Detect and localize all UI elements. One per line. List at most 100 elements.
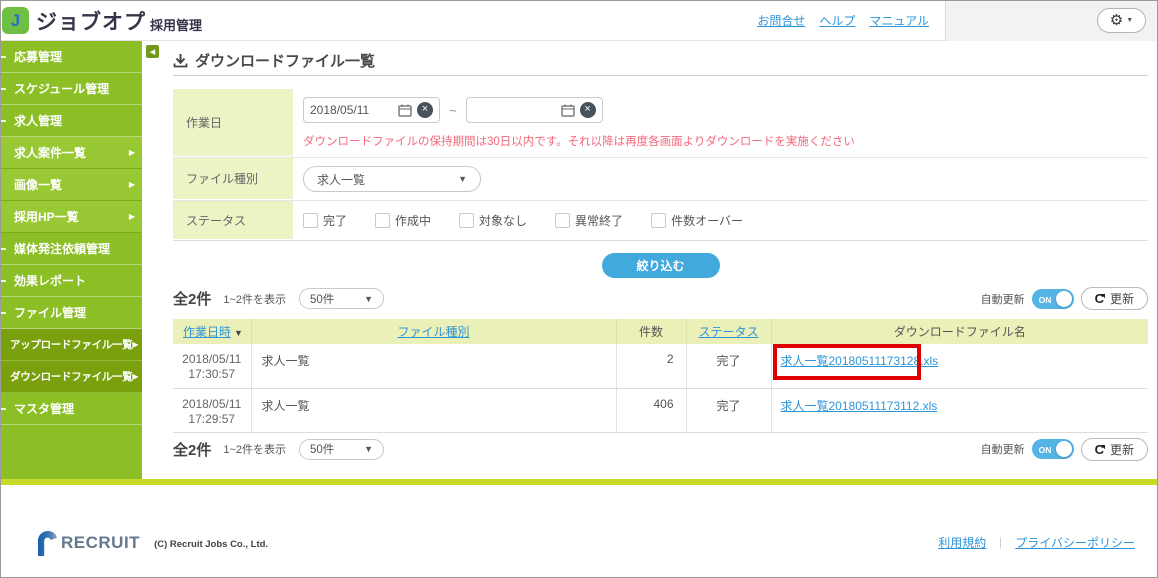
sidebar-item-master-management[interactable]: マスタ管理 [1, 393, 142, 425]
settings-button[interactable]: ⚙ ▼ [1097, 8, 1146, 33]
row-date: 2018/05/11 [173, 352, 251, 367]
cell-type: 求人一覧 [251, 388, 616, 432]
range-text: 1~2件を表示 [223, 441, 286, 457]
refresh-controls: 自動更新 ON C 更新 [981, 438, 1148, 461]
auto-refresh-toggle[interactable]: ON [1032, 439, 1074, 459]
sort-type-link[interactable]: ファイル種別 [397, 325, 469, 339]
sidebar-item-label: スケジュール管理 [14, 80, 109, 97]
table-header-row: 作業日時▼ ファイル種別 件数 ステータス ダウンロードファイル名 [173, 319, 1148, 344]
page-title: ダウンロードファイル一覧 [195, 50, 375, 71]
refresh-button-label: 更新 [1110, 290, 1134, 307]
table-row: 2018/05/1117:30:57 求人一覧 2 完了 求人一覧2018051… [173, 344, 1148, 388]
status-option-creating[interactable]: 作成中 [375, 212, 431, 229]
date-to-input[interactable]: × [466, 97, 603, 123]
sort-desc-icon: ▼ [234, 328, 243, 338]
sidebar-item-label: 画像一覧 [14, 176, 62, 193]
sidebar-item-schedule[interactable]: スケジュール管理 [1, 73, 142, 105]
download-file-link[interactable]: 求人一覧20180511173112.xls [781, 399, 938, 413]
filter-panel: 作業日 2018/05/11 × ~ [173, 89, 1148, 241]
sidebar-item-media-order[interactable]: 媒体発注依頼管理 [1, 233, 142, 265]
status-option-no-target[interactable]: 対象なし [459, 212, 527, 229]
sidebar-item-image-list[interactable]: 画像一覧▶ [1, 169, 142, 201]
checkbox[interactable] [459, 213, 474, 228]
footer-link-separator: ｜ [995, 535, 1006, 551]
list-controls-bottom: 全2件 1~2件を表示 50件 ▼ 自動更新 ON C 更新 [173, 438, 1148, 461]
per-page-select[interactable]: 50件 ▼ [299, 439, 384, 460]
refresh-button[interactable]: C 更新 [1081, 287, 1148, 310]
recruit-logo-text: RECRUIT [61, 533, 140, 553]
checkbox-label: 完了 [323, 212, 347, 229]
cell-date: 2018/05/1117:30:57 [173, 344, 251, 388]
auto-refresh-label: 自動更新 [981, 441, 1025, 457]
file-type-select[interactable]: 求人一覧 ▼ [303, 166, 481, 192]
filter-submit-button[interactable]: 絞り込む [602, 253, 720, 278]
filter-row-work-date: 作業日 2018/05/11 × ~ [173, 89, 1148, 158]
download-icon [173, 53, 188, 68]
manual-link[interactable]: マニュアル [869, 12, 929, 29]
per-page-select[interactable]: 50件 ▼ [299, 288, 384, 309]
status-checkboxes: 完了 作成中 対象なし 異常終了 件数オーバー [303, 209, 1148, 232]
toggle-state-text: ON [1039, 295, 1052, 305]
app-logo[interactable]: J ジョブオプ 採用管理 [1, 6, 202, 36]
sidebar-item-label: アップロードファイル一覧 [10, 337, 132, 352]
status-option-done[interactable]: 完了 [303, 212, 347, 229]
clear-date-icon[interactable]: × [417, 102, 433, 118]
row-time: 17:29:57 [173, 412, 251, 427]
app-logo-icon: J [2, 7, 29, 34]
sidebar-item-effect-report[interactable]: 効果レポート [1, 265, 142, 297]
recruit-logo: RECRUIT [37, 530, 140, 556]
total-count: 全2件 [173, 439, 211, 460]
chevron-down-icon: ▼ [364, 444, 373, 454]
auto-refresh-label: 自動更新 [981, 291, 1025, 307]
submenu-arrow-icon: ▶ [132, 372, 138, 381]
cell-status: 完了 [686, 388, 771, 432]
per-page-value: 50件 [310, 291, 334, 307]
help-link[interactable]: ヘルプ [819, 12, 855, 29]
sidebar-item-label: 応募管理 [14, 48, 62, 65]
status-option-count-over[interactable]: 件数オーバー [651, 212, 743, 229]
checkbox[interactable] [375, 213, 390, 228]
sidebar-item-job-list[interactable]: 求人案件一覧▶ [1, 137, 142, 169]
sidebar-item-recruit-hp-list[interactable]: 採用HP一覧▶ [1, 201, 142, 233]
sidebar-item-job-management[interactable]: 求人管理 [1, 105, 142, 137]
cell-file: 求人一覧20180511173128.xls [771, 344, 1148, 388]
recruit-arch-icon [37, 530, 57, 556]
download-file-link[interactable]: 求人一覧20180511173128.xls [781, 354, 939, 368]
list-controls-top: 全2件 1~2件を表示 50件 ▼ 自動更新 ON C 更新 [173, 287, 1148, 310]
terms-link[interactable]: 利用規約 [938, 534, 986, 551]
collapse-arrow-icon: ◀ [150, 48, 155, 56]
refresh-icon: C [1095, 292, 1104, 305]
sidebar-item-upload-file-list[interactable]: アップロードファイル一覧▶ [1, 329, 142, 361]
per-page-value: 50件 [310, 441, 334, 457]
clear-date-icon[interactable]: × [580, 102, 596, 118]
status-content: 完了 作成中 対象なし 異常終了 件数オーバー [293, 201, 1148, 240]
checkbox[interactable] [303, 213, 318, 228]
date-from-input[interactable]: 2018/05/11 × [303, 97, 440, 123]
date-range-row: 2018/05/11 × ~ × [303, 97, 1148, 123]
contact-link[interactable]: お問合せ [757, 12, 805, 29]
sidebar: 応募管理 スケジュール管理 求人管理 求人案件一覧▶ 画像一覧▶ 採用HP一覧▶… [1, 41, 142, 479]
refresh-button-label: 更新 [1110, 441, 1134, 458]
sort-status-link[interactable]: ステータス [698, 325, 758, 339]
refresh-controls: 自動更新 ON C 更新 [981, 287, 1148, 310]
calendar-icon[interactable] [398, 104, 412, 117]
checkbox[interactable] [555, 213, 570, 228]
status-option-abnormal-end[interactable]: 異常終了 [555, 212, 623, 229]
date-from-value: 2018/05/11 [310, 103, 393, 117]
column-header-type: ファイル種別 [251, 319, 616, 344]
checkbox[interactable] [651, 213, 666, 228]
refresh-icon: C [1095, 443, 1104, 456]
sidebar-collapse-button[interactable]: ◀ [146, 45, 159, 58]
app-title: ジョブオプ [36, 6, 146, 36]
row-time: 17:30:57 [173, 367, 251, 382]
calendar-icon[interactable] [561, 104, 575, 117]
sidebar-item-applications[interactable]: 応募管理 [1, 41, 142, 73]
sidebar-item-download-file-list[interactable]: ダウンロードファイル一覧▶ [1, 361, 142, 393]
privacy-policy-link[interactable]: プライバシーポリシー [1015, 534, 1135, 551]
refresh-button[interactable]: C 更新 [1081, 438, 1148, 461]
sidebar-item-label: マスタ管理 [14, 400, 74, 417]
sidebar-item-file-management[interactable]: ファイル管理 [1, 297, 142, 329]
sort-date-link[interactable]: 作業日時 [183, 325, 231, 339]
auto-refresh-toggle[interactable]: ON [1032, 289, 1074, 309]
header-links: お問合せ ヘルプ マニュアル [757, 12, 945, 29]
